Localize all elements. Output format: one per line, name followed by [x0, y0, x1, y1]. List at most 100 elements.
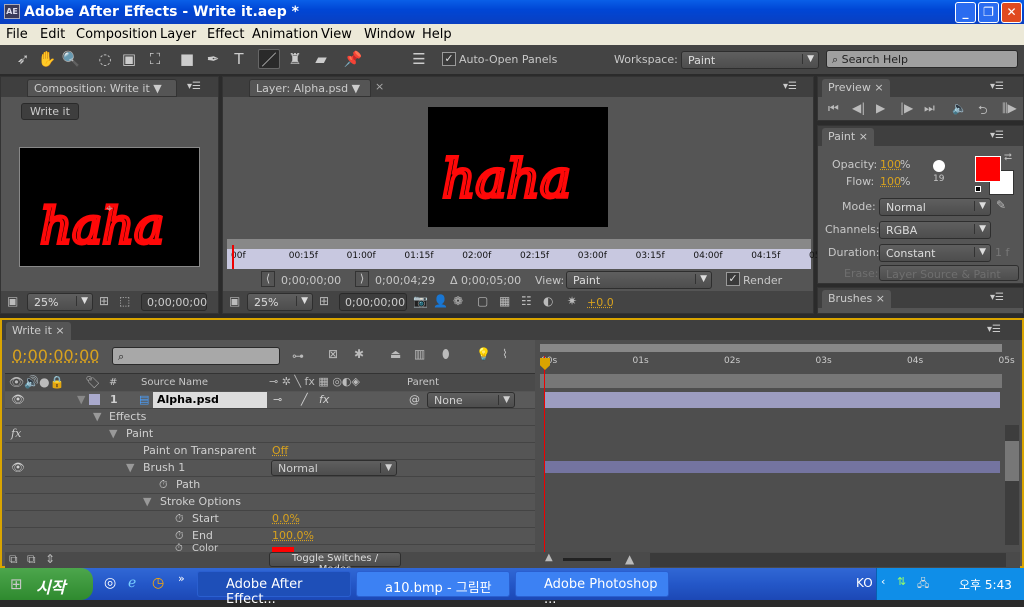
layer-row[interactable]: 👁 ▼ 1 ▤ Alpha.psd ⊸ ╱ fx @ None ▼ — [5, 392, 535, 409]
frame-blending-icon[interactable]: ▥ — [414, 347, 425, 361]
menu-window[interactable]: Window — [364, 27, 415, 42]
rectangle-tool-icon[interactable]: ■ — [176, 49, 198, 69]
panel-menu-icon[interactable]: ▾☰ — [987, 324, 1001, 335]
property-value[interactable]: 0.0% — [272, 512, 300, 525]
comp-mini-flowchart-icon[interactable]: ⊶ — [292, 349, 304, 363]
shy-switch-icon[interactable]: ⊸ — [273, 393, 282, 406]
effect-switch-icon[interactable]: fx — [319, 393, 329, 406]
puppet-pin-tool-icon[interactable]: 📌 — [342, 49, 364, 69]
property-row-stroke-options[interactable]: ▼ Stroke Options — [5, 494, 535, 511]
panel-menu-icon[interactable]: ▾☰ — [990, 292, 1004, 303]
comp-navigator-button[interactable]: Write it — [21, 103, 79, 120]
transfer-controls-icon[interactable]: ⧉ — [27, 552, 36, 567]
more-icon[interactable]: » — [178, 572, 185, 585]
outlook-icon[interactable]: ◷ — [152, 575, 164, 591]
brush-duration-bar[interactable] — [545, 461, 1000, 473]
search-help-input[interactable]: ⌕ Search Help — [826, 50, 1018, 68]
timeline-search-input[interactable]: ⌕ — [112, 347, 280, 365]
timeline-timecode[interactable]: 0;00;00;00 — [12, 346, 99, 365]
set-out-point-button[interactable]: ⟩ — [355, 271, 369, 287]
tray-icon[interactable]: ⇅ — [897, 575, 906, 588]
panel-menu-icon[interactable]: ▾☰ — [783, 81, 797, 92]
comp-zoom-dropdown[interactable]: 25% ▼ — [27, 293, 93, 311]
hide-shy-icon[interactable]: ⏏ — [390, 347, 401, 361]
panel-menu-icon[interactable]: ▾☰ — [187, 81, 201, 92]
brush-mode-dropdown[interactable]: Normal ▼ — [271, 460, 397, 476]
panel-menu-icon[interactable]: ▾☰ — [990, 130, 1004, 141]
graph-editor-icon[interactable]: ⌇ — [502, 347, 508, 361]
loop-icon[interactable]: ⮌ — [978, 101, 988, 122]
rotate-tool-icon[interactable]: ◌ — [94, 49, 116, 69]
stopwatch-icon[interactable]: ⏱ — [175, 543, 183, 554]
taskbar-item-photoshop[interactable]: Adobe Photoshop ... — [515, 571, 669, 607]
channels-dropdown[interactable]: RGBA ▼ — [879, 221, 991, 239]
layer-switches-icon[interactable]: ⧉ — [9, 552, 18, 567]
draft-3d-icon[interactable]: ✱ — [354, 347, 364, 361]
next-frame-icon[interactable]: |▶ — [900, 101, 913, 115]
work-area-bar[interactable] — [540, 344, 1002, 352]
property-row-paint[interactable]: fx ▼ Paint — [5, 426, 535, 443]
tab-composition[interactable]: Composition: Write it ▼ — [27, 79, 177, 97]
vertical-scrollbar[interactable] — [1005, 425, 1019, 545]
internet-explorer-icon[interactable]: ℯ — [128, 575, 136, 591]
panels-icon[interactable]: ☰ — [408, 49, 430, 69]
layer-duration-bar[interactable] — [545, 392, 1000, 408]
pan-behind-tool-icon[interactable]: ⛶ — [144, 49, 166, 69]
expand-triangle-icon[interactable]: ▼ — [77, 393, 85, 406]
transparency-grid-icon[interactable]: ▦ — [499, 294, 510, 308]
audio-icon[interactable]: 🔈 — [952, 101, 967, 115]
set-in-point-button[interactable]: ⟨ — [261, 271, 275, 287]
language-indicator[interactable]: KO — [856, 576, 873, 590]
tab-timeline-write-it[interactable]: Write it × — [6, 322, 71, 340]
menu-layer[interactable]: Layer — [160, 27, 196, 42]
taskbar-item-after-effects[interactable]: Adobe After Effect... — [197, 571, 351, 607]
live-update-icon[interactable]: ⊠ — [328, 347, 338, 361]
default-colors-icon[interactable] — [975, 186, 981, 192]
mask-icon[interactable]: ⬚ — [119, 294, 130, 308]
text-tool-icon[interactable]: T — [228, 49, 250, 69]
property-value[interactable]: Off — [272, 444, 288, 457]
eraser-tool-icon[interactable]: ▰ — [310, 49, 332, 69]
close-icon[interactable]: × — [375, 80, 384, 93]
visibility-eye-icon[interactable]: 👁 — [11, 393, 25, 406]
timeline-zoom-slider[interactable] — [563, 558, 611, 561]
brush-tip-preview[interactable] — [933, 160, 945, 172]
eyedropper-icon[interactable]: ✎ — [996, 198, 1006, 212]
menu-view[interactable]: View — [321, 27, 352, 42]
property-row-paint-on-transparent[interactable]: Paint on Transparent Off — [5, 443, 535, 460]
channels-icon[interactable]: ❁ — [453, 294, 463, 308]
taskbar-item-paint[interactable]: a10.bmp - 그림판 — [356, 571, 510, 597]
safe-zones-icon[interactable]: ⊞ — [319, 294, 329, 308]
foreground-color-swatch[interactable] — [975, 156, 1001, 182]
panel-menu-icon[interactable]: ▾☰ — [990, 81, 1004, 92]
comp-flowchart-icon[interactable]: ☷ — [521, 294, 532, 308]
property-value[interactable]: 100.0% — [272, 529, 314, 542]
show-snapshot-icon[interactable]: 👤 — [433, 294, 448, 308]
horizontal-scrollbar[interactable] — [650, 553, 1006, 567]
brush-tool-icon[interactable]: ／ — [258, 49, 280, 69]
view-dropdown[interactable]: Paint ▼ — [566, 271, 712, 289]
comp-timecode[interactable]: 0;00;00;00 — [141, 293, 207, 311]
network-icon[interactable]: 🖧 — [917, 575, 929, 594]
snapshot-icon[interactable]: 📷 — [413, 294, 428, 308]
mode-dropdown[interactable]: Normal ▼ — [879, 198, 991, 216]
layer-name[interactable]: Alpha.psd — [153, 392, 267, 408]
current-time-indicator[interactable] — [544, 356, 545, 552]
camera-tool-icon[interactable]: ▣ — [118, 49, 140, 69]
layer-timecode[interactable]: 0;00;00;00 — [339, 293, 407, 311]
region-icon[interactable]: ▣ — [7, 294, 18, 308]
zoom-in-icon[interactable]: ▲ — [625, 552, 634, 566]
in-out-icon[interactable]: ⇕ — [45, 552, 55, 566]
layer-viewer[interactable]: haha — [428, 107, 608, 227]
layer-time-ruler[interactable]: 00f 00:15f 01:00f 01:15f 02:00f 02:15f 03:00f 0… — [227, 239, 835, 269]
tray-expand-icon[interactable]: ‹ — [881, 575, 885, 588]
parent-dropdown[interactable]: None ▼ — [427, 392, 515, 408]
render-checkbox[interactable]: ✓ — [726, 272, 740, 286]
fx-icon[interactable]: fx — [11, 427, 21, 440]
safe-zones-icon[interactable]: ⊞ — [99, 294, 109, 308]
restore-button[interactable]: ❐ — [978, 2, 999, 23]
swap-colors-icon[interactable]: ⮂ — [1004, 152, 1012, 163]
property-row-start[interactable]: ⏱ Start 0.0% — [5, 511, 535, 528]
comp-viewer[interactable]: haha ⌖ — [19, 147, 200, 267]
tab-brushes[interactable]: Brushes × — [822, 290, 891, 308]
